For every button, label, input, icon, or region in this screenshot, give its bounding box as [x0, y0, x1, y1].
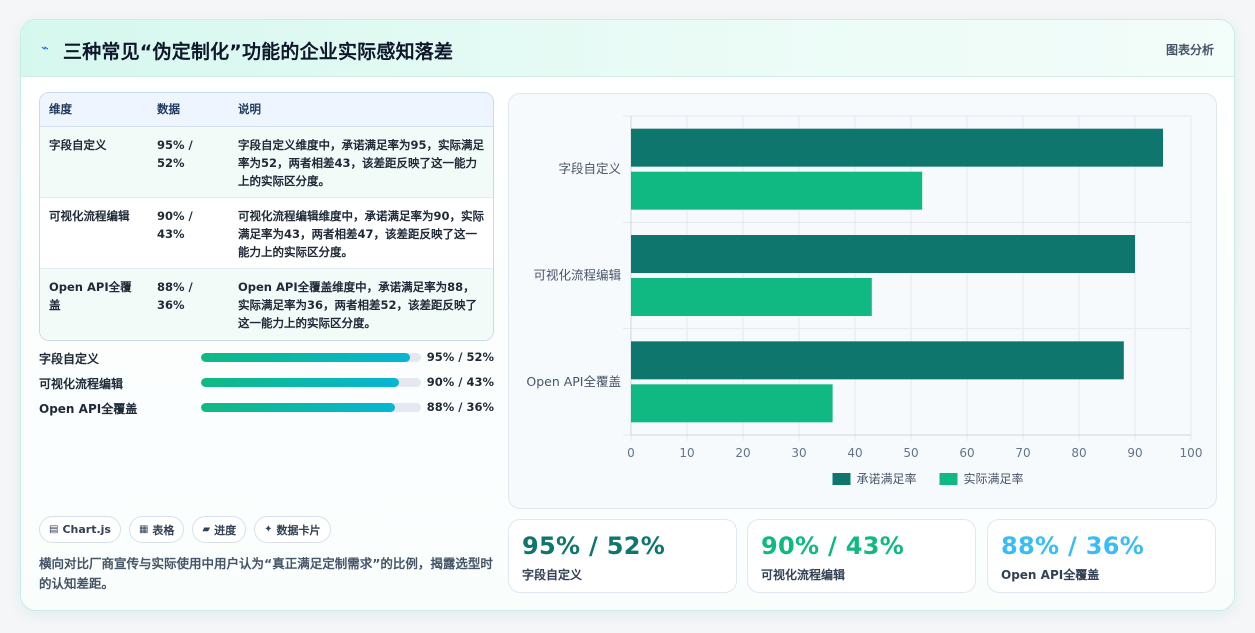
- legend-label: 承诺满足率: [857, 471, 917, 486]
- bar-chart-panel: 0 10 20 30 40 50 60 70 80 90 100 字段自定义可视化流程编辑 Open A…: [508, 93, 1217, 509]
- chip-label: Chart.js: [62, 523, 111, 536]
- table-cell-description: 可视化流程编辑维度中，承诺满足率为90，实际满足率为43，两者相差47，该差距反…: [229, 197, 493, 269]
- progress-row: 字段自定义 95% / 52%: [39, 350, 494, 375]
- chip-progress[interactable]: ▰ 进度: [192, 516, 247, 543]
- bar-promised: [631, 341, 1124, 380]
- progress-label: 字段自定义: [39, 352, 100, 366]
- table-cell-description: Open API全覆盖维度中，承诺满足率为88，实际满足率为36，两者相差52，…: [238, 279, 478, 330]
- progress-value: 88% / 36%: [426, 400, 494, 414]
- progress-value: 95% / 52%: [426, 350, 494, 364]
- kpi-value: 90% / 43%: [761, 532, 905, 560]
- bar-actual: [631, 278, 872, 316]
- kpi-card: 95% / 52% 字段自定义: [508, 519, 737, 593]
- x-tick-label: 0: [627, 446, 635, 460]
- kpi-label: 字段自定义: [522, 568, 583, 582]
- chip-data-card[interactable]: ✦ 数据卡片: [254, 516, 331, 543]
- progress-row: Open API全覆盖 88% / 36%: [39, 400, 494, 425]
- x-tick-label: 90: [1127, 446, 1142, 460]
- table-header-data: 数据: [148, 93, 229, 127]
- bar-actual: [631, 171, 923, 210]
- table-cell-data: 95% / 52%: [148, 126, 229, 198]
- chip-label: 数据卡片: [276, 523, 321, 537]
- table-header-description: 说明: [229, 93, 493, 127]
- progress-track: [201, 378, 421, 387]
- progress-icon: ▰: [202, 524, 211, 535]
- progress-fill: [201, 403, 395, 412]
- progress-label: 可视化流程编辑: [39, 377, 124, 391]
- table-cell-dimension: Open API全覆盖: [49, 279, 132, 312]
- kpi-label: Open API全覆盖: [1001, 568, 1100, 582]
- kpi-value: 95% / 52%: [522, 532, 666, 560]
- table-row: 字段自定义 95% / 52% 字段自定义维度中，承诺满足率为95，实际满足率为…: [40, 126, 493, 198]
- x-tick-label: 40: [847, 446, 862, 460]
- x-tick-label: 20: [735, 446, 750, 460]
- kpi-card: 90% / 43% 可视化流程编辑: [747, 519, 976, 593]
- legend-label: 实际满足率: [964, 471, 1024, 486]
- x-tick-label: 60: [959, 446, 974, 460]
- chart-icon: ▤: [49, 524, 59, 535]
- spark-icon: ⌁: [41, 41, 49, 56]
- kpi-label: 可视化流程编辑: [761, 568, 846, 582]
- progress-row: 可视化流程编辑 90% / 43%: [39, 375, 494, 400]
- progress-track: [201, 353, 421, 362]
- table-icon: ▦: [138, 524, 149, 535]
- bar-promised: [631, 235, 1135, 273]
- bar-chart: 0 10 20 30 40 50 60 70 80 90 100 字段自定义可视化流程编辑 Open A…: [526, 115, 1203, 486]
- legend-swatch: [832, 473, 851, 485]
- progress-track: [201, 403, 421, 412]
- y-tick-label: 可视化流程编辑: [533, 268, 621, 283]
- progress-label: Open API全覆盖: [39, 402, 138, 416]
- table-header-row: 维度 数据 说明: [40, 93, 493, 127]
- progress-fill: [201, 378, 399, 387]
- progress-value: 90% / 43%: [426, 375, 494, 389]
- table-row: 可视化流程编辑 90% / 43% 可视化流程编辑维度中，承诺满足率为90，实际…: [40, 197, 493, 269]
- progress-fill: [201, 353, 410, 362]
- x-tick-label: 80: [1071, 446, 1086, 460]
- sparkle-icon: ✦: [264, 524, 273, 535]
- progress-list: 字段自定义 95% / 52% 可视化流程编辑 90% / 43% Open A…: [39, 350, 494, 425]
- chart-card: ⌁ 三种常见“伪定制化”功能的企业实际感知落差 图表分析 维度 数据 说明 字段…: [20, 19, 1235, 611]
- chart-note: 横向对比厂商宣传与实际使用中用户认为“真正满足定制需求”的比例，揭露选型时的认知…: [39, 556, 493, 591]
- data-table: 维度 数据 说明 字段自定义 95% / 52% 字段自定义维度中，承诺满足率为…: [39, 92, 494, 341]
- y-tick-label: 字段自定义: [558, 161, 621, 176]
- feature-chips: ▤ Chart.js ▦ 表格 ▰ 进度 ✦ 数据卡片: [39, 516, 331, 543]
- kpi-card: 88% / 36% Open API全覆盖: [987, 519, 1216, 593]
- chip-chartjs[interactable]: ▤ Chart.js: [39, 516, 121, 543]
- table-row: Open API全覆盖 88% / 36% Open API全覆盖维度中，承诺满…: [40, 268, 493, 339]
- x-tick-label: 70: [1015, 446, 1030, 460]
- chart-analysis-tag: 图表分析: [1165, 43, 1214, 57]
- bar-promised: [631, 128, 1163, 167]
- table-cell-dimension: 可视化流程编辑: [40, 197, 148, 269]
- table-cell-data: 88% / 36%: [157, 279, 193, 312]
- x-tick-label: 50: [903, 446, 918, 460]
- chip-label: 表格: [152, 523, 175, 537]
- x-tick-label: 30: [791, 446, 806, 460]
- table-cell-data: 90% / 43%: [148, 197, 229, 269]
- table-cell-description: 字段自定义维度中，承诺满足率为95，实际满足率为52，两者相差43，该差距反映了…: [229, 126, 493, 198]
- page-title: 三种常见“伪定制化”功能的企业实际感知落差: [63, 41, 454, 63]
- card-header: ⌁ 三种常见“伪定制化”功能的企业实际感知落差 图表分析: [21, 20, 1234, 77]
- table-cell-dimension: 字段自定义: [40, 126, 148, 198]
- y-tick-label: Open API全覆盖: [526, 374, 621, 389]
- kpi-value: 88% / 36%: [1001, 532, 1145, 560]
- legend-swatch: [939, 473, 958, 485]
- chip-label: 进度: [214, 523, 237, 537]
- table-header-dimension: 维度: [40, 93, 148, 127]
- x-tick-label: 100: [1180, 446, 1203, 460]
- chip-table[interactable]: ▦ 表格: [128, 516, 185, 543]
- x-tick-label: 10: [679, 446, 694, 460]
- bar-actual: [631, 384, 833, 423]
